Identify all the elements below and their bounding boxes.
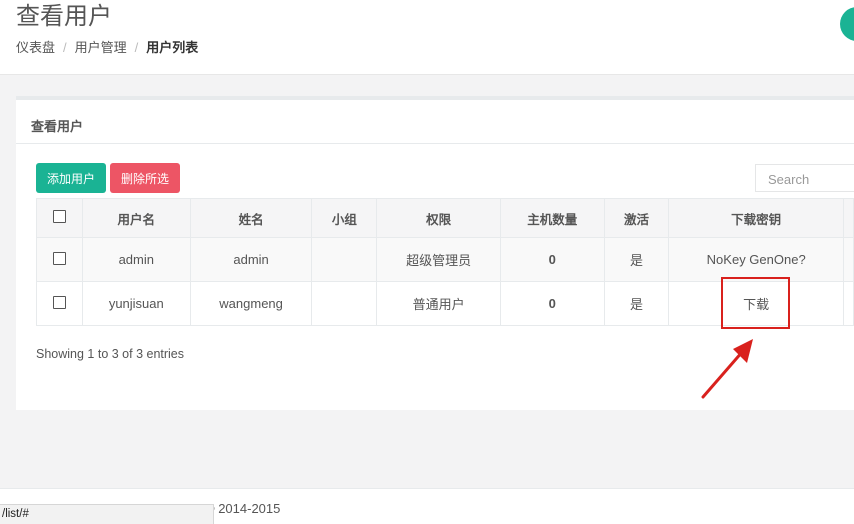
group-cell: [311, 281, 378, 326]
column-header-extra: [842, 198, 854, 238]
name-cell: admin: [189, 237, 313, 282]
generate-key-link[interactable]: NoKey GenOne?: [668, 237, 844, 282]
column-header-username[interactable]: 用户名: [81, 198, 191, 238]
column-header-role[interactable]: 权限: [376, 198, 501, 238]
active-cell: 是: [603, 237, 670, 282]
username-link[interactable]: admin: [81, 237, 191, 282]
column-header-group[interactable]: 小组: [311, 198, 378, 238]
add-user-button[interactable]: 添加用户: [36, 163, 106, 193]
column-header-download-key[interactable]: 下载密钥: [668, 198, 844, 238]
select-all-checkbox[interactable]: [52, 210, 66, 223]
corner-badge-icon[interactable]: [840, 7, 854, 41]
username-link[interactable]: yunjisuan: [81, 281, 191, 326]
page-header: 查看用户 仪表盘 / 用户管理 / 用户列表: [0, 0, 854, 75]
pagination-info: Showing 1 to 3 of 3 entries: [36, 347, 185, 361]
role-cell: 超级管理员: [376, 237, 501, 282]
row-select-cell: [36, 237, 83, 282]
breadcrumb-dashboard[interactable]: 仪表盘: [16, 37, 55, 56]
row-checkbox[interactable]: [52, 251, 66, 265]
search-input[interactable]: Search: [755, 164, 854, 192]
delete-selected-button[interactable]: 删除所选: [110, 163, 180, 193]
row-select-cell: [36, 281, 83, 326]
footer-copyright: © 2014-2015: [205, 501, 281, 516]
page-title: 查看用户: [16, 2, 112, 30]
row-checkbox[interactable]: [52, 295, 66, 309]
breadcrumb: 仪表盘 / 用户管理 / 用户列表: [16, 37, 198, 56]
status-bar-url: /list/#: [0, 504, 214, 524]
name-cell: wangmeng: [189, 281, 313, 326]
group-cell: [311, 237, 378, 282]
breadcrumb-separator: /: [134, 40, 139, 55]
annotation-highlight-box: [721, 277, 790, 329]
annotation-arrow-icon: [701, 339, 753, 399]
extra-cell: [842, 281, 854, 326]
column-header-active[interactable]: 激活: [603, 198, 670, 238]
extra-cell: [842, 237, 854, 282]
hosts-cell: 0: [499, 281, 605, 326]
column-header-name[interactable]: 姓名: [189, 198, 313, 238]
breadcrumb-user-management[interactable]: 用户管理: [75, 37, 127, 56]
table-header-row: 用户名 姓名 小组 权限 主机数量 激活 下载密钥: [36, 198, 854, 238]
column-header-hosts[interactable]: 主机数量: [499, 198, 605, 238]
hosts-cell: 0: [499, 237, 605, 282]
panel-title: 查看用户: [16, 100, 854, 144]
active-cell: 是: [603, 281, 670, 326]
table-row: admin admin 超级管理员 0 是 NoKey GenOne?: [36, 237, 854, 282]
breadcrumb-separator: /: [63, 40, 67, 55]
breadcrumb-user-list: 用户列表: [146, 40, 199, 55]
role-cell: 普通用户: [376, 281, 501, 326]
select-all-cell: [36, 198, 83, 238]
